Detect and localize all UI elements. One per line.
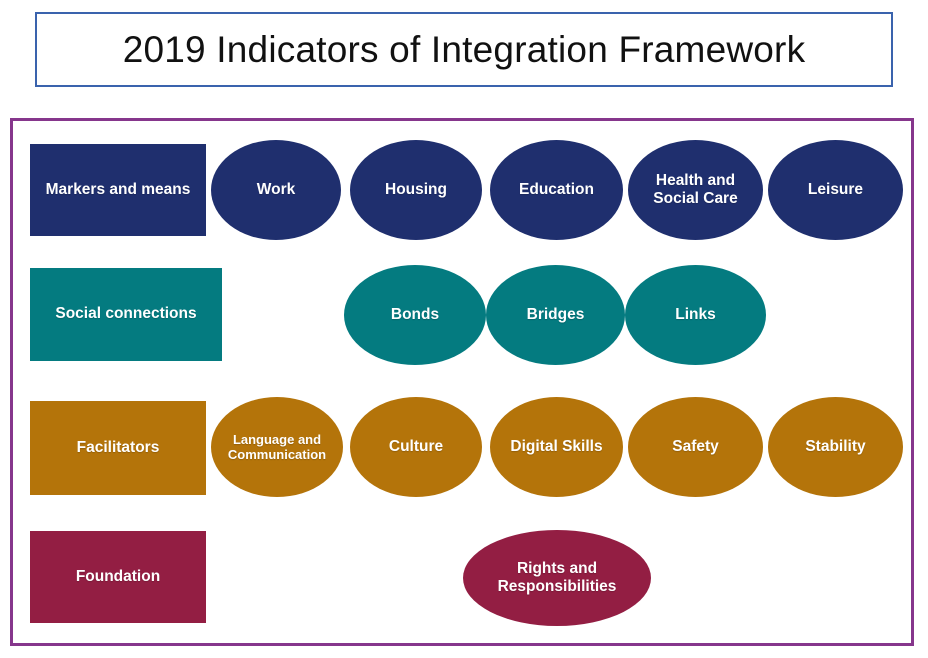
domain-label: Digital Skills	[510, 437, 603, 455]
domain-safety[interactable]: Safety	[628, 397, 763, 497]
domain-label: Culture	[388, 437, 444, 455]
domain-health-and-social-care[interactable]: Health and Social Care	[628, 140, 763, 240]
domain-label: Stability	[805, 437, 866, 455]
domain-label: Health and Social Care	[653, 171, 738, 207]
domain-culture[interactable]: Culture	[350, 397, 482, 497]
domain-label: Housing	[385, 180, 447, 198]
title-box: 2019 Indicators of Integration Framework	[35, 12, 893, 87]
domain-label: Rights and Responsibilities	[497, 559, 617, 595]
domain-label: Safety	[672, 437, 719, 455]
category-markers-and-means[interactable]: Markers and means	[30, 144, 206, 236]
domain-label: Language and Communication	[227, 431, 327, 462]
domain-language-and-communication[interactable]: Language and Communication	[211, 397, 343, 497]
domain-label: Bonds	[390, 305, 440, 323]
category-label: Markers and means	[45, 180, 191, 198]
domain-education[interactable]: Education	[490, 140, 623, 240]
page-title: 2019 Indicators of Integration Framework	[122, 28, 806, 70]
domain-stability[interactable]: Stability	[768, 397, 903, 497]
domain-label: Leisure	[807, 180, 864, 198]
category-foundation[interactable]: Foundation	[30, 531, 206, 623]
category-label: Facilitators	[76, 438, 160, 456]
category-facilitators[interactable]: Facilitators	[30, 401, 206, 495]
domain-links[interactable]: Links	[625, 265, 766, 365]
category-label: Foundation	[75, 567, 161, 585]
domain-label: Work	[256, 180, 296, 198]
domain-leisure[interactable]: Leisure	[768, 140, 903, 240]
domain-housing[interactable]: Housing	[350, 140, 482, 240]
category-label: Social connections	[55, 305, 197, 323]
domain-label: Links	[675, 305, 716, 323]
domain-bonds[interactable]: Bonds	[344, 265, 486, 365]
domain-label: Education	[519, 180, 594, 198]
domain-bridges[interactable]: Bridges	[486, 265, 625, 365]
framework-diagram-frame: Markers and means Work Housing Education…	[10, 118, 914, 646]
domain-rights-and-responsibilities[interactable]: Rights and Responsibilities	[463, 530, 651, 626]
domain-label: Bridges	[526, 305, 585, 323]
domain-work[interactable]: Work	[211, 140, 341, 240]
category-social-connections[interactable]: Social connections	[30, 268, 222, 361]
domain-digital-skills[interactable]: Digital Skills	[490, 397, 623, 497]
